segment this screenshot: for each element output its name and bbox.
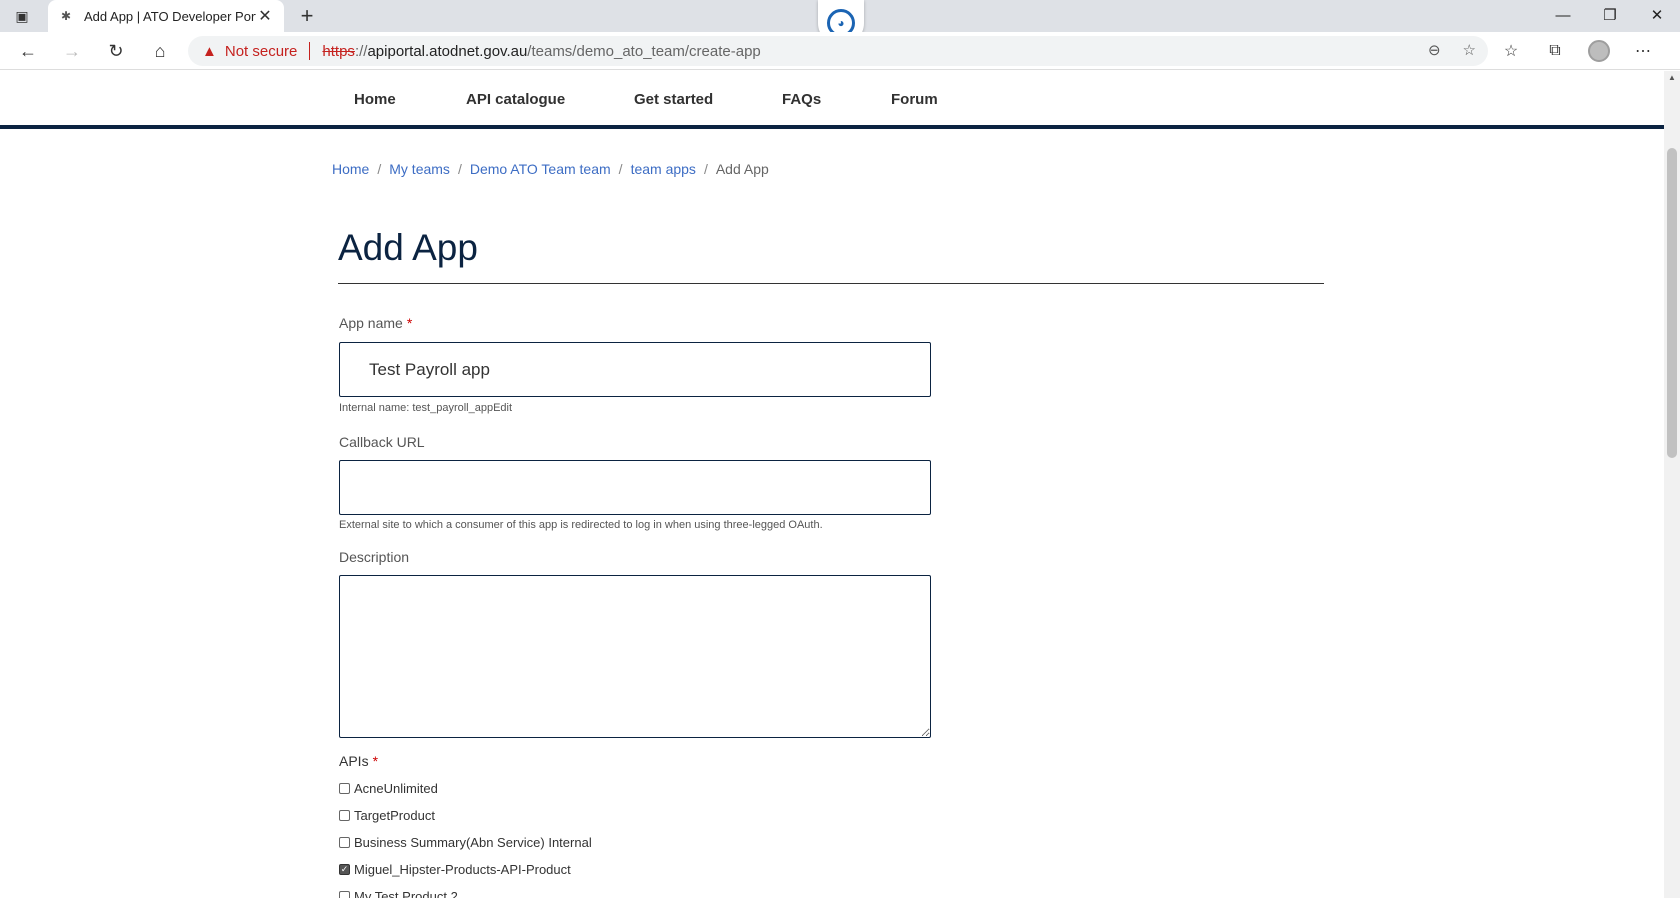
back-button[interactable]: ← xyxy=(12,36,44,66)
app-name-label: App name * xyxy=(339,315,412,331)
url-host: apiportal.atodnet.gov.au xyxy=(367,42,528,60)
more-menu-icon[interactable]: ⋯ xyxy=(1628,36,1658,66)
profile-button[interactable] xyxy=(1584,36,1614,66)
api-option[interactable]: ✓ Miguel_Hipster-Products-API-Product xyxy=(339,862,571,877)
url-scheme-separator: :// xyxy=(354,42,368,60)
address-bar[interactable]: ▲ Not secure https://apiportal.atodnet.g… xyxy=(188,36,1488,66)
site-favicon-icon: ✱ xyxy=(60,9,72,23)
api-option-label: My Test Product 2 xyxy=(354,889,458,898)
nav-forum-link[interactable]: Forum xyxy=(891,91,938,108)
home-button[interactable]: ⌂ xyxy=(144,36,176,66)
restore-window-button[interactable]: ❐ xyxy=(1587,0,1633,30)
breadcrumb-my-teams-link[interactable]: My teams xyxy=(389,161,450,177)
callback-url-label: Callback URL xyxy=(339,434,425,450)
app-name-help: Internal name: test_payroll_appEdit xyxy=(339,402,513,414)
apis-label: APIs * xyxy=(339,753,378,769)
api-option-label: Miguel_Hipster-Products-API-Product xyxy=(354,862,571,877)
zoom-out-icon[interactable]: ⊖ xyxy=(1428,41,1441,59)
breadcrumb-separator: / xyxy=(618,161,623,177)
address-toolbar: ← → ↻ ⌂ ▲ Not secure https://apiportal.a… xyxy=(0,32,1680,70)
api-checkbox[interactable] xyxy=(339,891,350,898)
nav-get-started-link[interactable]: Get started xyxy=(634,91,713,108)
api-checkbox-checked[interactable]: ✓ xyxy=(339,864,350,875)
nav-home-link[interactable]: Home xyxy=(354,91,396,108)
url-scheme: https xyxy=(322,42,355,60)
page-viewport: Home API catalogue Get started FAQs Foru… xyxy=(0,71,1664,898)
api-option-label: Business Summary(Abn Service) Internal xyxy=(354,835,592,850)
app-name-label-text: App name xyxy=(339,315,403,331)
apis-label-text: APIs xyxy=(339,753,369,769)
description-textarea[interactable] xyxy=(339,575,931,738)
browser-tab[interactable]: ✱ Add App | ATO Developer Portal ✕ xyxy=(48,0,284,32)
minimize-window-button[interactable]: — xyxy=(1540,0,1586,30)
nav-faqs-link[interactable]: FAQs xyxy=(782,91,821,108)
breadcrumb-separator: / xyxy=(457,161,462,177)
page-title: Add App xyxy=(338,227,478,268)
app-name-input[interactable] xyxy=(339,342,931,397)
browser-tab-bar: ▣ ✱ Add App | ATO Developer Portal ✕ + ◕… xyxy=(0,0,1680,46)
callback-url-help: External site to which a consumer of thi… xyxy=(339,519,823,531)
address-divider xyxy=(309,42,311,60)
breadcrumb-separator: / xyxy=(377,161,382,177)
collections-icon[interactable]: ⧉ xyxy=(1540,36,1570,66)
nav-api-catalogue-link[interactable]: API catalogue xyxy=(466,91,565,108)
new-tab-button[interactable]: + xyxy=(294,3,320,29)
api-option-label: TargetProduct xyxy=(354,808,435,823)
api-option[interactable]: Business Summary(Abn Service) Internal xyxy=(339,835,592,850)
callback-url-input[interactable] xyxy=(339,460,931,515)
breadcrumb-home-link[interactable]: Home xyxy=(332,161,369,177)
tab-title: Add App | ATO Developer Portal xyxy=(84,8,256,24)
breadcrumb: Home / My teams / Demo ATO Team team / t… xyxy=(332,161,769,177)
warning-icon: ▲ xyxy=(202,42,217,60)
breadcrumb-current: Add App xyxy=(715,161,769,177)
required-marker: * xyxy=(406,315,413,331)
tab-close-icon[interactable]: ✕ xyxy=(256,6,274,26)
site-navigation: Home API catalogue Get started FAQs Foru… xyxy=(0,71,1664,129)
breadcrumb-team-link[interactable]: Demo ATO Team team xyxy=(470,161,611,177)
close-window-button[interactable]: ✕ xyxy=(1634,0,1680,30)
api-checkbox[interactable] xyxy=(339,783,350,794)
api-option[interactable]: My Test Product 2 xyxy=(339,889,458,898)
required-marker: * xyxy=(372,753,379,769)
scroll-thumb[interactable] xyxy=(1667,148,1677,458)
api-checkbox[interactable] xyxy=(339,837,350,848)
scroll-up-icon[interactable]: ▲ xyxy=(1668,73,1676,82)
avatar xyxy=(1588,40,1610,62)
reload-button[interactable]: ↻ xyxy=(100,36,132,66)
api-option-label: AcneUnlimited xyxy=(354,781,438,796)
tab-actions-icon[interactable]: ▣ xyxy=(12,7,32,25)
breadcrumb-separator: / xyxy=(703,161,708,177)
api-option[interactable]: AcneUnlimited xyxy=(339,781,438,796)
favorites-icon[interactable]: ☆ xyxy=(1496,36,1526,66)
breadcrumb-team-apps-link[interactable]: team apps xyxy=(631,161,696,177)
not-secure-label[interactable]: Not secure xyxy=(225,43,298,60)
url-path: /teams/demo_ato_team/create-app xyxy=(527,42,761,60)
page-scrollbar[interactable]: ▲ xyxy=(1664,71,1680,898)
forward-button[interactable]: → xyxy=(56,36,88,66)
api-option[interactable]: TargetProduct xyxy=(339,808,435,823)
title-divider xyxy=(338,283,1324,284)
description-label: Description xyxy=(339,549,410,565)
api-checkbox[interactable] xyxy=(339,810,350,821)
add-favorite-icon[interactable]: ☆ xyxy=(1463,41,1476,59)
